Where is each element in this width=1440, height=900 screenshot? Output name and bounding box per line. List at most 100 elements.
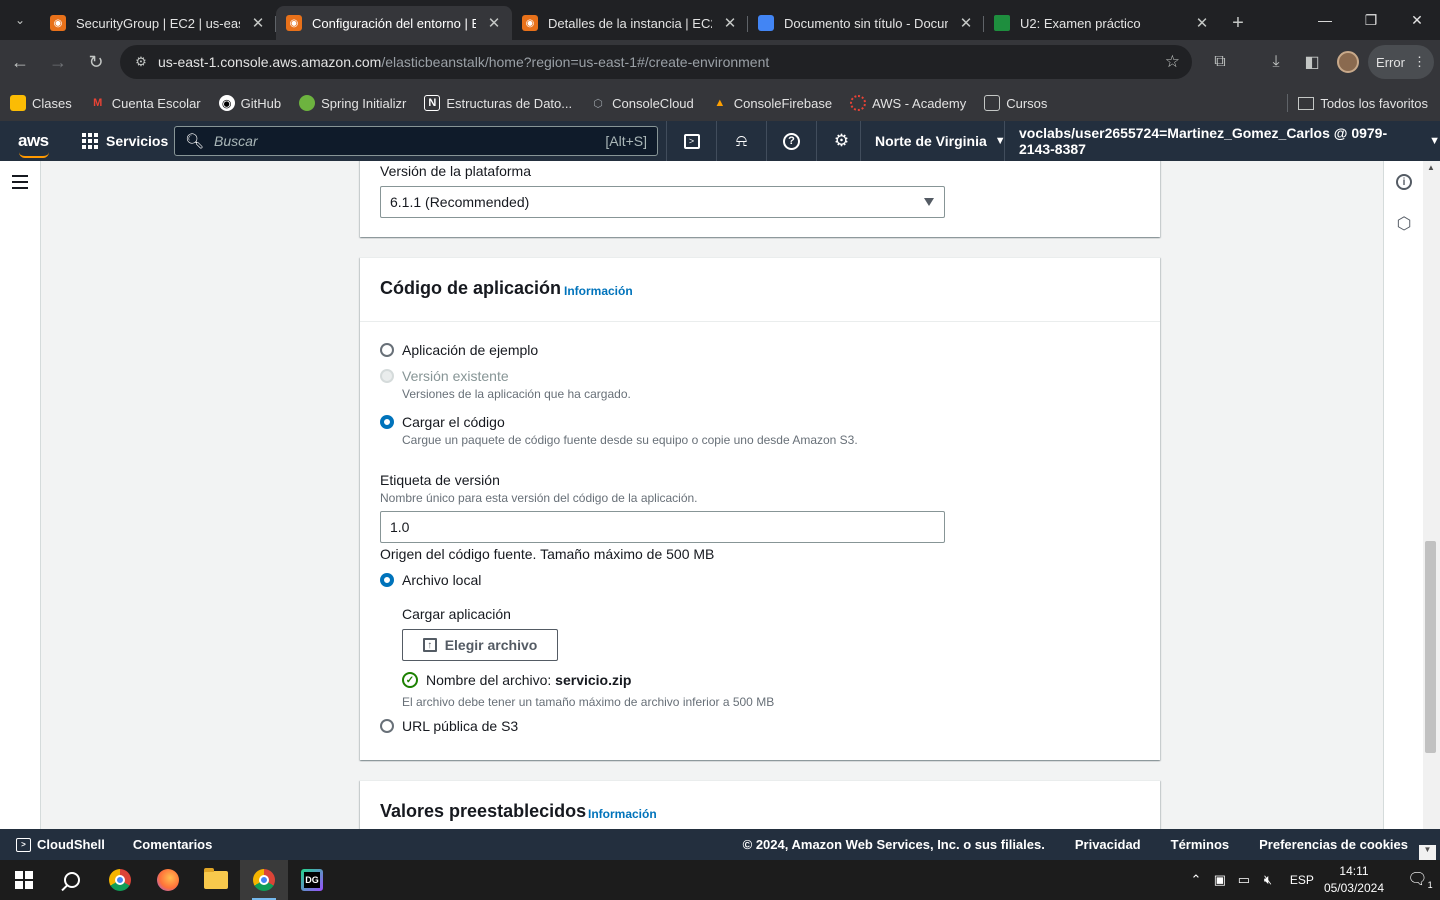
windows-taskbar: DG ⌃ ▣ ▭ 🔇︎ ESP 14:11 05/03/2024 🗨︎1 — [0, 860, 1440, 900]
comments-link[interactable]: Comentarios — [133, 837, 212, 852]
side-panel-icon[interactable]: ◧ — [1296, 44, 1328, 80]
choose-file-button[interactable]: ↑ Elegir archivo — [402, 629, 558, 661]
close-icon[interactable]: ✕ — [250, 15, 266, 32]
browser-tab-active[interactable]: ◉ Configuración del entorno | Ela ✕ — [276, 6, 512, 40]
file-explorer-icon[interactable] — [192, 860, 240, 900]
aws-favicon-icon: ◉ — [50, 15, 66, 31]
platform-card: Versión de la plataforma 6.1.1 (Recommen… — [360, 161, 1160, 237]
version-label-input[interactable]: 1.0 — [380, 511, 945, 543]
extensions-icon[interactable]: ⧉ — [1204, 44, 1236, 80]
firebase-icon: ▲ — [714, 97, 726, 109]
account-menu[interactable]: voclabs/user2655724=Martinez_Gomez_Carlo… — [1004, 121, 1440, 161]
tutorial-hex-icon[interactable]: ⬡ — [1396, 214, 1412, 233]
scroll-up-icon[interactable]: ▲ — [1427, 163, 1435, 172]
site-settings-icon[interactable]: ⚙ — [130, 54, 152, 70]
close-icon[interactable]: ✕ — [722, 15, 738, 32]
bookmark-estructuras[interactable]: N Estructuras de Dato... — [424, 95, 572, 111]
network-icon[interactable]: ▭ — [1232, 872, 1256, 888]
address-bar[interactable]: ⚙ us-east-1.console.aws.amazon.com/elast… — [120, 45, 1192, 79]
chevron-up-icon[interactable]: ⌃ — [1184, 872, 1208, 888]
meet-now-icon[interactable]: ▣ — [1208, 872, 1232, 888]
aws-logo[interactable]: aws — [18, 131, 52, 158]
browser-tab[interactable]: U2: Examen práctico ✕ — [984, 6, 1220, 40]
scrollbar-thumb[interactable] — [1425, 541, 1436, 753]
bookmark-cursos[interactable]: Cursos — [984, 95, 1047, 111]
bookmark-star-icon[interactable]: ☆ — [1165, 52, 1180, 72]
volume-muted-icon[interactable]: 🔇︎ — [1256, 872, 1280, 888]
language-indicator[interactable]: ESP — [1290, 873, 1314, 887]
notifications-icon[interactable]: 🗨︎1 — [1400, 869, 1440, 890]
windows-start-icon[interactable] — [0, 860, 48, 900]
new-tab-icon[interactable]: + — [1220, 6, 1256, 40]
docs-favicon-icon — [758, 15, 774, 31]
info-icon[interactable]: i — [1396, 174, 1412, 190]
bookmark-consolefirebase[interactable]: ▲ ConsoleFirebase — [712, 95, 832, 111]
tab-search-icon[interactable]: ⌄ — [0, 0, 40, 40]
services-button[interactable]: Servicios — [82, 133, 168, 149]
firefox-icon[interactable] — [144, 860, 192, 900]
radio-label: URL pública de S3 — [402, 718, 519, 734]
classroom-favicon-icon — [994, 15, 1010, 31]
clock[interactable]: 14:11 05/03/2024 — [1324, 863, 1384, 897]
caret-down-icon: ▼ — [1429, 135, 1440, 147]
browser-tab[interactable]: ◉ Detalles de la instancia | EC2 | u ✕ — [512, 6, 748, 40]
close-icon[interactable]: ✕ — [486, 15, 502, 32]
radio-upload-code[interactable] — [380, 415, 394, 429]
bookmark-consolecloud[interactable]: ⬡ ConsoleCloud — [590, 95, 693, 111]
scroll-down-icon[interactable]: ▼ — [1419, 845, 1436, 860]
info-link[interactable]: Información — [564, 284, 633, 298]
tab-title: Detalles de la instancia | EC2 | u — [548, 15, 712, 31]
platform-version-select[interactable]: 6.1.1 (Recommended) — [380, 186, 945, 218]
reload-icon[interactable]: ↻ — [78, 45, 114, 81]
chrome-icon[interactable] — [96, 860, 144, 900]
scrollbar[interactable]: ▲ — [1423, 161, 1440, 829]
radio-s3-url[interactable] — [380, 719, 394, 733]
radio-sample-app[interactable] — [380, 343, 394, 357]
cloudshell-icon[interactable]: > — [666, 121, 716, 161]
hamburger-menu-icon[interactable] — [12, 175, 28, 189]
services-grid-icon — [82, 133, 98, 149]
bookmark-clases[interactable]: Clases — [10, 95, 72, 111]
forward-icon[interactable]: → — [40, 45, 76, 81]
region-selector[interactable]: Norte de Virginia ▼ — [860, 121, 1006, 161]
browser-tab[interactable]: Documento sin título - Docum ✕ — [748, 6, 984, 40]
browser-tab[interactable]: ◉ SecurityGroup | EC2 | us-east-1 ✕ — [40, 6, 276, 40]
source-origin-label: Origen del código fuente. Tamaño máximo … — [380, 546, 715, 562]
chrome-profile-icon[interactable] — [240, 860, 288, 900]
close-icon[interactable]: ✕ — [958, 15, 974, 32]
search-input[interactable]: 🔍︎ Buscar [Alt+S] — [174, 126, 658, 156]
radio-description: Versiones de la aplicación que ha cargad… — [402, 387, 631, 401]
close-icon[interactable]: ✕ — [1194, 15, 1210, 32]
services-label: Servicios — [106, 133, 169, 149]
restore-icon[interactable]: ❐ — [1348, 0, 1394, 40]
radio-local-file[interactable] — [380, 573, 394, 587]
settings-gear-icon[interactable]: ⚙ — [816, 121, 866, 161]
tab-title: SecurityGroup | EC2 | us-east-1 — [76, 15, 240, 31]
bookmark-github[interactable]: ◉ GitHub — [218, 95, 281, 111]
privacy-link[interactable]: Privacidad — [1075, 837, 1141, 852]
back-icon[interactable]: ← — [2, 45, 38, 81]
bookmark-aws-academy[interactable]: AWS - Academy — [850, 95, 966, 111]
search-icon[interactable] — [48, 860, 96, 900]
all-bookmarks[interactable]: Todos los favoritos — [1298, 96, 1428, 111]
notifications-bell-icon[interactable]: ⍾ — [716, 121, 766, 161]
tab-title: Documento sin título - Docum — [784, 15, 948, 31]
profile-avatar[interactable] — [1332, 44, 1364, 80]
footer-links: © 2024, Amazon Web Services, Inc. o sus … — [743, 837, 1408, 852]
cookie-preferences-link[interactable]: Preferencias de cookies — [1259, 837, 1408, 852]
window-close-icon[interactable]: ✕ — [1394, 0, 1440, 40]
error-button[interactable]: Error ⋮ — [1368, 45, 1434, 79]
help-icon[interactable]: ? — [766, 121, 816, 161]
bookmark-spring[interactable]: Spring Initializr — [299, 95, 406, 111]
terms-link[interactable]: Términos — [1171, 837, 1230, 852]
aws-favicon-icon: ◉ — [286, 15, 302, 31]
minimize-icon[interactable]: — — [1302, 0, 1348, 40]
datagrip-icon[interactable]: DG — [288, 860, 336, 900]
bookmark-cuenta-escolar[interactable]: M Cuenta Escolar — [90, 95, 200, 111]
cloudshell-link[interactable]: > CloudShell — [16, 837, 105, 852]
aws-top-nav: aws Servicios 🔍︎ Buscar [Alt+S] > ⍾ ? ⚙ … — [0, 121, 1440, 161]
download-icon[interactable]: ⤓ — [1260, 44, 1292, 80]
info-link[interactable]: Información — [588, 807, 657, 821]
upload-icon: ↑ — [422, 638, 437, 652]
spring-icon — [299, 95, 316, 111]
